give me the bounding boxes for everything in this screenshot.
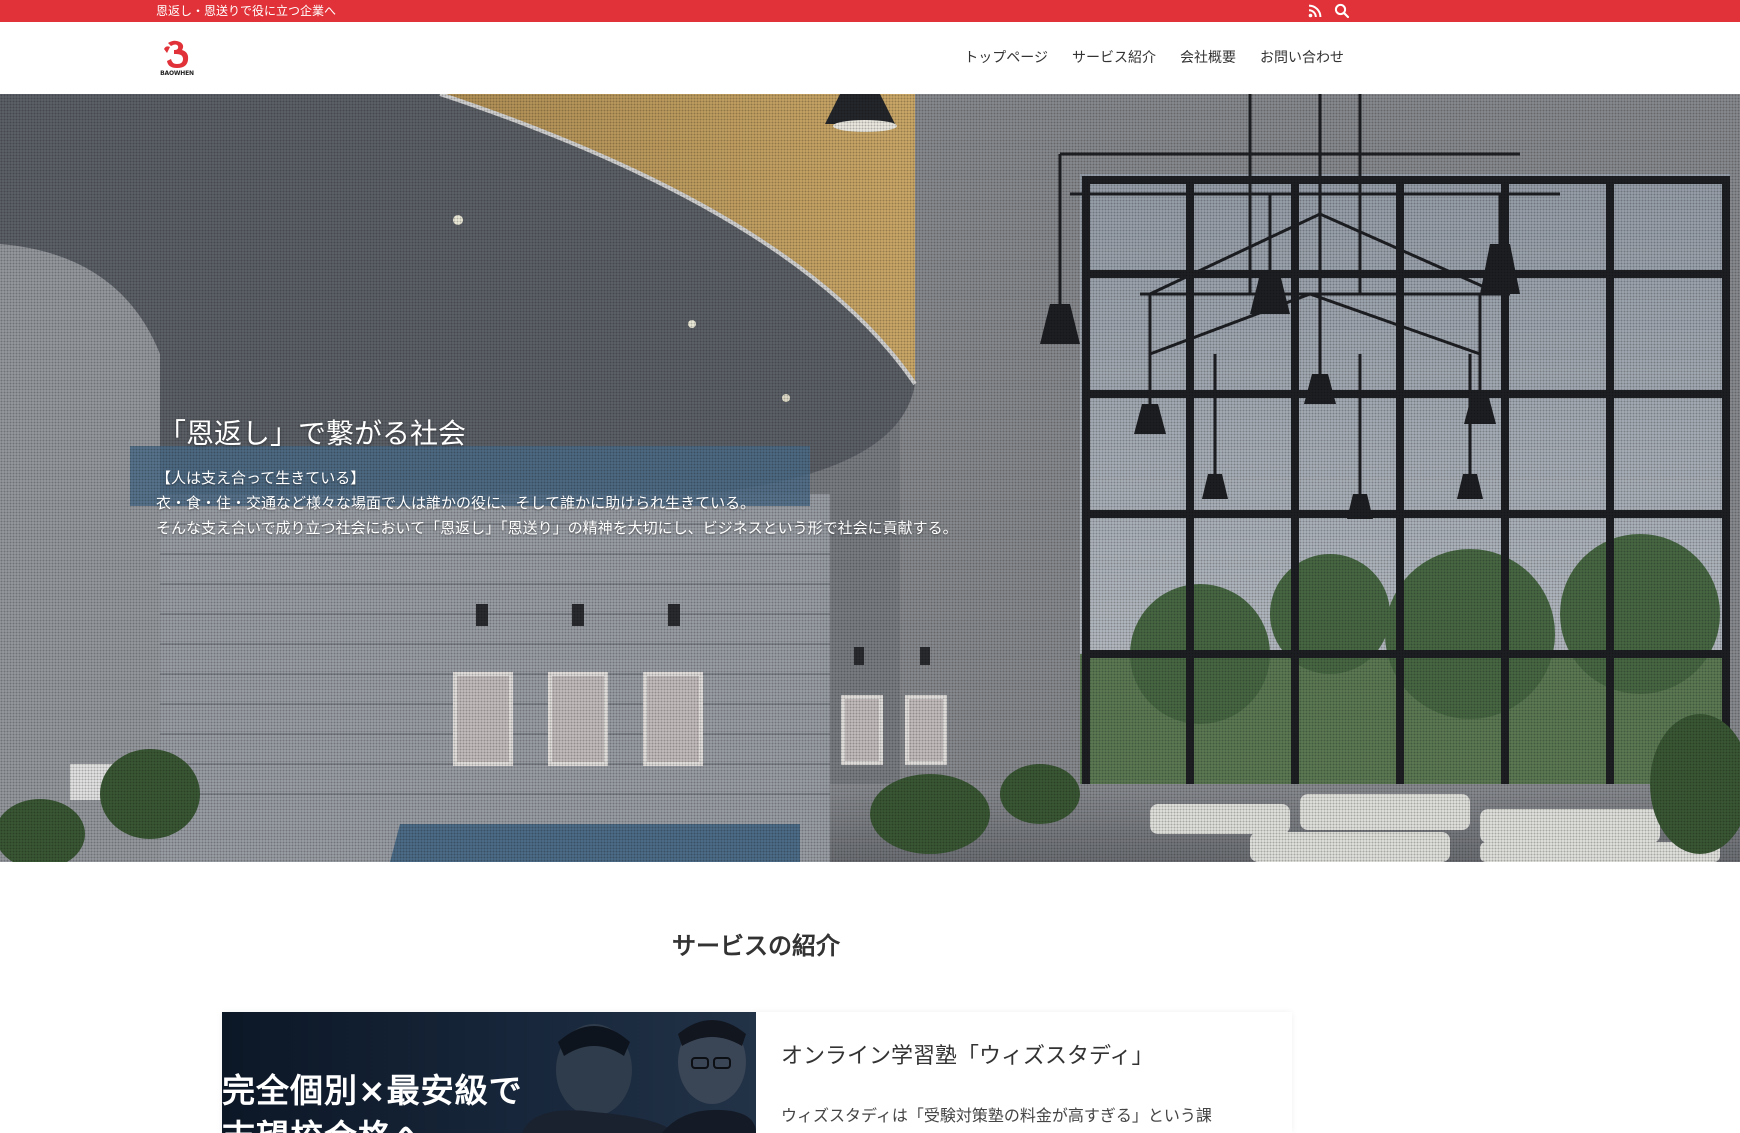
nav-item-contact[interactable]: お問い合わせ <box>1260 48 1344 68</box>
nav-item-services[interactable]: サービス紹介 <box>1072 48 1156 68</box>
service-image[interactable]: 完全個別×最安級で 志望校合格へ <box>222 1012 756 1133</box>
site-tagline: 恩返し・恩送りで役に立つ企業へ <box>156 4 337 18</box>
service-description: ウィズスタディは「受験対策塾の料金が高すぎる」という課 <box>781 1106 1212 1125</box>
search-icon[interactable] <box>1333 2 1351 20</box>
service-image-line-1: 完全個別×最安級で <box>222 1071 523 1110</box>
top-bar: 恩返し・恩送りで役に立つ企業へ <box>0 0 1740 22</box>
hero-description: 【人は支え合って生きている】 衣・食・住・交通など様々な場面で人は誰かの役に、そ… <box>156 466 958 541</box>
hero-line-3: そんな支え合いで成り立つ社会において「恩返し」「恩送り」の精神を大切にし、ビジネ… <box>156 519 958 537</box>
hero-title: 「恩返し」で繋がる社会 <box>158 417 467 450</box>
hero-section: 「恩返し」で繋がる社会 【人は支え合って生きている】 衣・食・住・交通など様々な… <box>0 94 1740 862</box>
nav-item-top[interactable]: トップページ <box>964 48 1048 68</box>
site-header: BAOWHEN トップページ サービス紹介 会社概要 お問い合わせ <box>0 22 1740 95</box>
nav-item-company[interactable]: 会社概要 <box>1180 48 1236 68</box>
service-card: 完全個別×最安級で 志望校合格へ オンライン学習塾「ウィズスタディ」 ウィズスタ… <box>222 1012 1292 1133</box>
service-name[interactable]: オンライン学習塾「ウィズスタディ」 <box>781 1038 1153 1070</box>
services-heading: サービスの紹介 <box>672 932 840 960</box>
site-logo[interactable]: BAOWHEN <box>158 39 196 79</box>
rss-icon[interactable] <box>1306 2 1324 20</box>
hero-line-1: 【人は支え合って生きている】 <box>156 469 366 487</box>
logo-text: BAOWHEN <box>160 70 194 77</box>
hero-line-2: 衣・食・住・交通など様々な場面で人は誰かの役に、そして誰かに助けられ生きている。 <box>156 494 756 512</box>
main-nav: トップページ サービス紹介 会社概要 お問い合わせ <box>964 48 1344 68</box>
service-image-line-2: 志望校合格へ <box>222 1110 426 1133</box>
